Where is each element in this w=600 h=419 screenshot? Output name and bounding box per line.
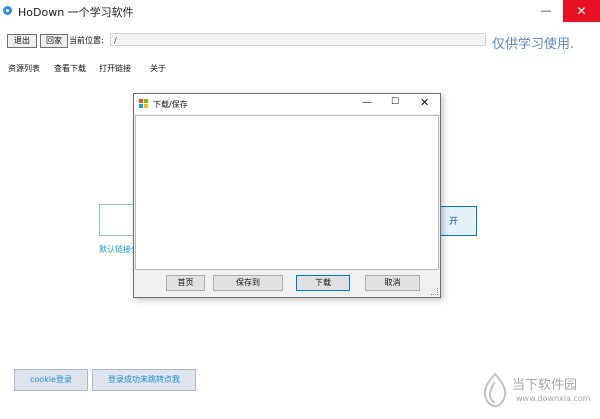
dialog-maximize-icon[interactable]: ☐ — [391, 97, 399, 107]
watermark-url: www.downxia.com — [516, 394, 591, 403]
close-icon[interactable]: ✕ — [563, 0, 600, 22]
current-path-label: 当前位置: — [69, 36, 104, 45]
resize-grip-icon[interactable] — [431, 288, 438, 295]
dialog-title-bar: 下载/保存 — ☐ ✕ — [134, 94, 440, 114]
title-bar: HoDown 一个学习软件 — ✕ — [0, 0, 600, 22]
download-save-dialog: 下载/保存 — ☐ ✕ 首页 保存到 下载 取消 — [133, 93, 441, 298]
dialog-close-icon[interactable]: ✕ — [420, 96, 429, 109]
menu-about[interactable]: 关于 — [150, 63, 166, 74]
login-redirect-button[interactable]: 登录成功未跳转点我 — [92, 369, 196, 391]
menu-resource-list[interactable]: 资源列表 — [8, 63, 40, 74]
window-title: HoDown 一个学习软件 — [18, 6, 134, 19]
cookie-login-button[interactable]: cookie登录 — [14, 369, 88, 391]
menu-view-downloads[interactable]: 查看下载 — [54, 63, 86, 74]
minimize-icon[interactable]: — — [532, 0, 560, 22]
watermark-logo-icon — [483, 373, 507, 407]
dialog-content-area — [135, 115, 439, 270]
dialog-cancel-button[interactable]: 取消 — [365, 275, 420, 291]
dialog-minimize-icon[interactable]: — — [362, 97, 372, 108]
current-path-field[interactable]: / — [110, 33, 486, 46]
home-button[interactable]: 回家 — [40, 34, 68, 48]
dialog-app-icon — [139, 99, 148, 108]
app-icon — [3, 6, 12, 15]
dialog-save-to-button[interactable]: 保存到 — [213, 275, 283, 291]
dialog-title: 下载/保存 — [153, 100, 188, 109]
dialog-home-button[interactable]: 首页 — [166, 275, 205, 291]
watermark-text: 当下软件园 — [512, 378, 578, 393]
dialog-download-button[interactable]: 下载 — [296, 275, 350, 291]
study-only-note: 仅供学习使用. — [492, 37, 575, 52]
menu-open-link[interactable]: 打开链接 — [99, 63, 131, 74]
exit-button[interactable]: 退出 — [7, 34, 37, 48]
